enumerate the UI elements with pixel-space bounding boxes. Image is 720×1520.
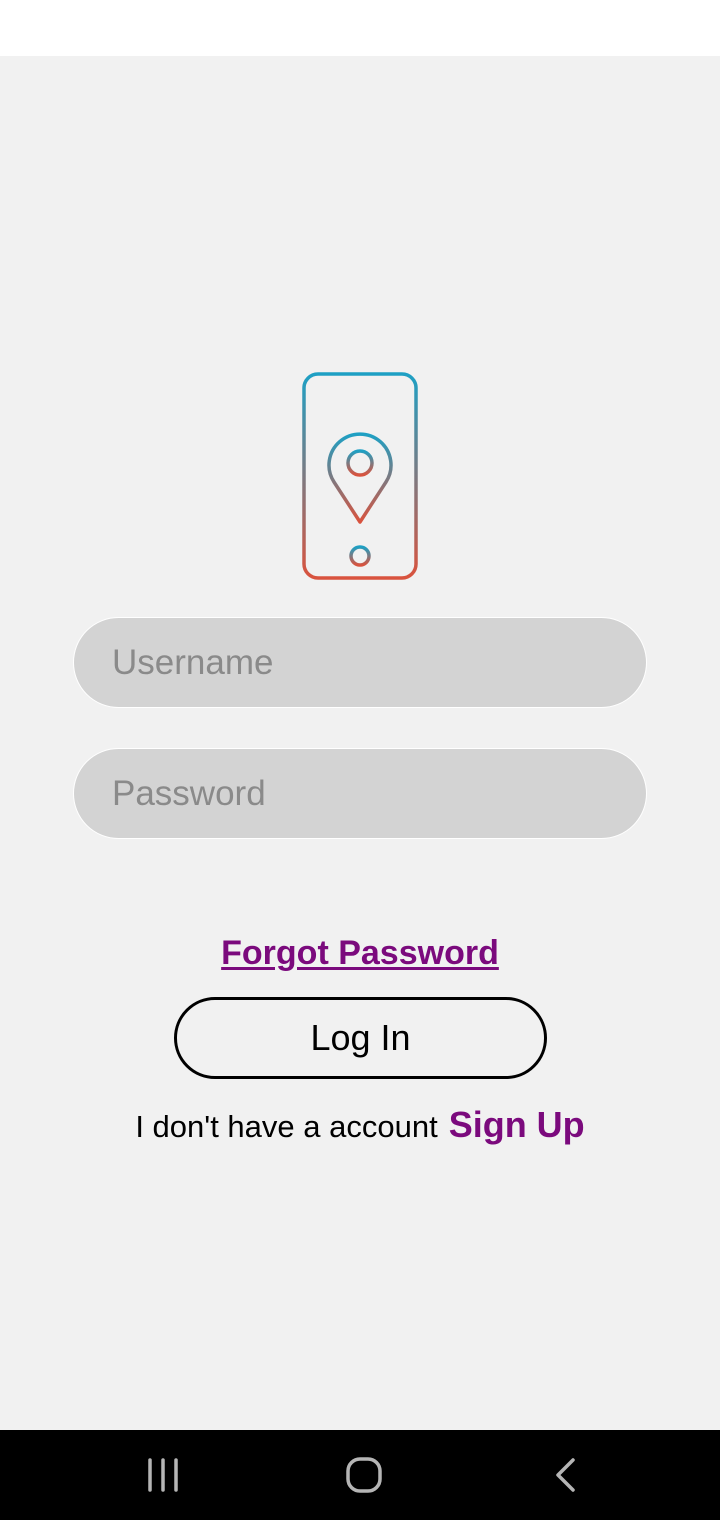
home-button[interactable]: [334, 1448, 394, 1502]
username-input[interactable]: [74, 618, 646, 707]
status-bar: [0, 0, 720, 56]
login-button[interactable]: Log In: [174, 997, 547, 1079]
signup-link[interactable]: Sign Up: [449, 1104, 585, 1146]
login-screen: [0, 56, 720, 1430]
back-icon: [556, 1458, 575, 1492]
signup-row: I don't have a account Sign Up: [0, 1104, 720, 1146]
forgot-password-link[interactable]: Forgot Password: [0, 934, 720, 973]
username-field[interactable]: [73, 617, 647, 708]
recents-button[interactable]: [133, 1448, 193, 1502]
recents-icon: [148, 1458, 178, 1492]
home-icon: [346, 1457, 382, 1493]
back-button[interactable]: [535, 1448, 595, 1502]
password-input[interactable]: [74, 749, 646, 838]
navigation-bar: [0, 1430, 720, 1520]
password-field[interactable]: [73, 748, 647, 839]
phone-location-pin-icon: [302, 372, 418, 580]
signup-prompt: I don't have a account: [135, 1109, 438, 1144]
